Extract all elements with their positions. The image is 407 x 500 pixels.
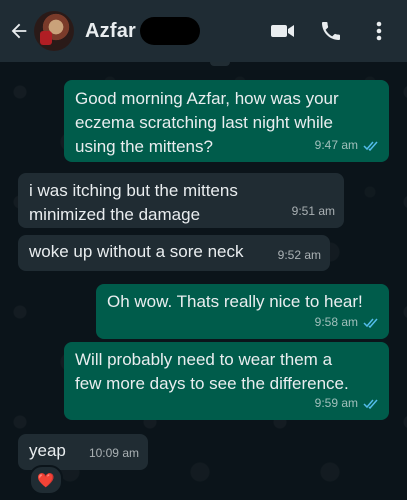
message-time: 9:58 am: [314, 315, 358, 329]
contact-name[interactable]: Azfar: [85, 20, 136, 43]
message-meta: 9:59 am: [315, 391, 380, 415]
message-meta: 9:58 am: [315, 310, 380, 334]
message-time: 9:47 am: [314, 138, 358, 152]
message-bubble-outgoing[interactable]: Will probably need to wear them a few mo…: [64, 342, 389, 420]
message-time: 9:59 am: [314, 396, 358, 410]
video-call-button[interactable]: [263, 11, 303, 51]
message-text: Good morning Azfar, how was your eczema …: [75, 89, 339, 156]
back-button[interactable]: [4, 11, 34, 51]
voice-call-button[interactable]: [311, 11, 351, 51]
message-text: yeap: [29, 441, 66, 460]
double-check-icon: [363, 398, 380, 409]
message-bubble-incoming[interactable]: i was itching but the mittens minimized …: [18, 173, 344, 228]
reaction-badge[interactable]: ❤️: [29, 465, 63, 495]
heart-icon: ❤️: [37, 472, 55, 488]
message-time: 9:52 am: [277, 248, 321, 262]
more-vert-icon: [376, 21, 382, 41]
double-check-icon: [363, 317, 380, 328]
message-text: Will probably need to wear them a few mo…: [75, 350, 349, 393]
message-time: 10:09 am: [88, 446, 139, 460]
more-options-button[interactable]: [359, 11, 399, 51]
video-call-icon: [271, 25, 294, 37]
arrow-left-icon: [11, 23, 27, 39]
header-actions: [263, 0, 407, 62]
previous-message-edge: [210, 62, 230, 66]
chat-header: Azfar: [0, 0, 407, 62]
message-meta: 9:51 am: [292, 199, 335, 223]
double-check-icon: [363, 140, 380, 151]
avatar[interactable]: [34, 11, 74, 51]
phone-icon: [322, 22, 340, 40]
message-bubble-incoming[interactable]: woke up without a sore neck 9:52 am: [18, 235, 330, 271]
message-text: woke up without a sore neck: [29, 242, 244, 261]
message-text: i was itching but the mittens minimized …: [29, 181, 238, 224]
message-meta: 9:52 am: [278, 243, 321, 267]
message-bubble-outgoing[interactable]: Good morning Azfar, how was your eczema …: [64, 80, 389, 162]
redaction-mark: [140, 17, 201, 45]
message-meta: 9:47 am: [315, 133, 380, 157]
message-meta: 10:09 am: [89, 441, 139, 465]
message-bubble-outgoing[interactable]: Oh wow. Thats really nice to hear! 9:58 …: [96, 284, 389, 339]
message-time: 9:51 am: [291, 204, 335, 218]
